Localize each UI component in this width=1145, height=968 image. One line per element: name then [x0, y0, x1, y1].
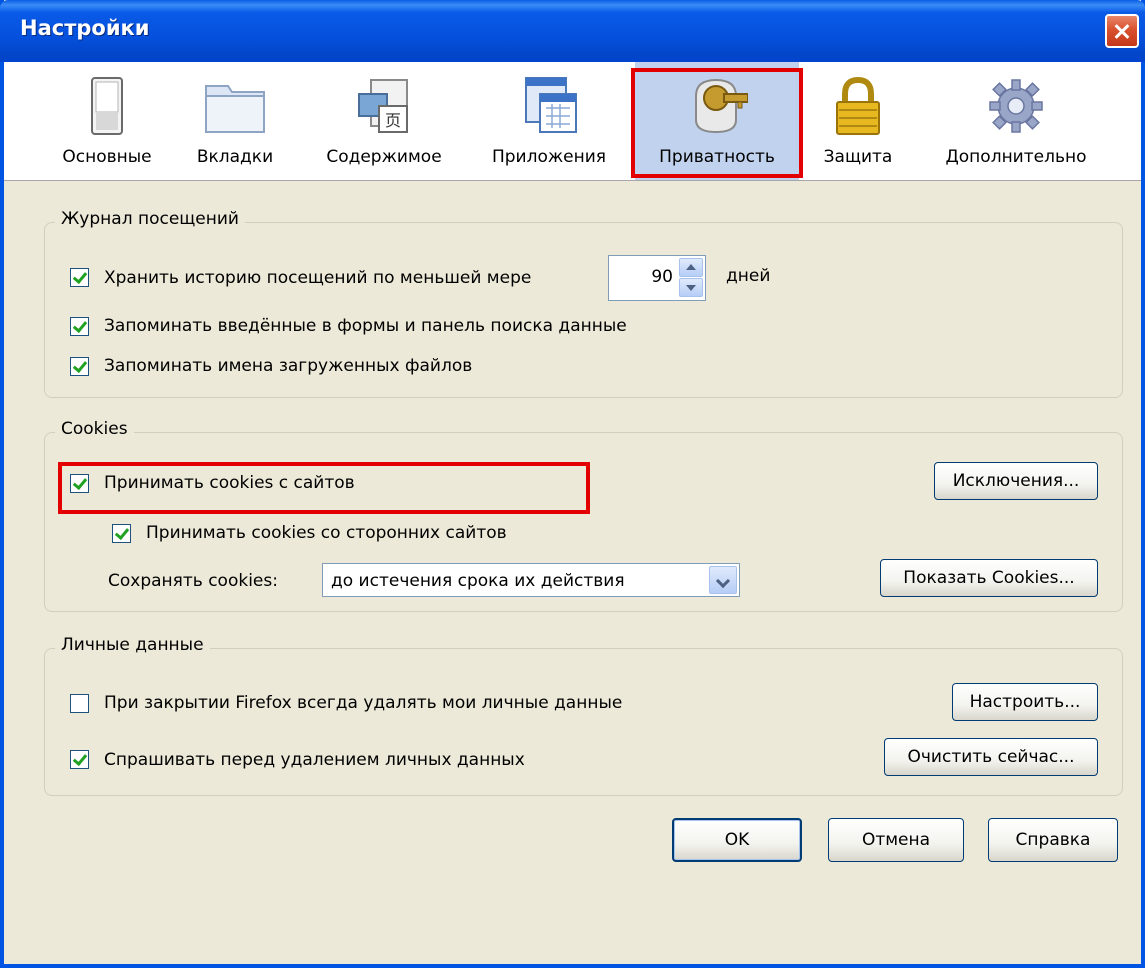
cookies-legend: Cookies [55, 419, 134, 439]
close-icon[interactable] [1105, 14, 1139, 48]
clear-on-close-label: При закрытии Firefox всегда удалять мои … [104, 693, 623, 713]
remember-forms-checkbox[interactable] [70, 317, 89, 336]
remember-downloads-label: Запоминать имена загруженных файлов [104, 356, 473, 376]
keep-cookies-label: Сохранять cookies: [108, 571, 278, 591]
tab-general-label: Основные [62, 147, 152, 167]
applications-icon [525, 77, 577, 133]
spin-up-icon[interactable] [679, 258, 703, 277]
tab-content[interactable]: 页 Содержимое [304, 62, 464, 180]
clear-now-button[interactable]: Очистить сейчас... [884, 738, 1098, 776]
chevron-down-icon[interactable] [709, 566, 737, 594]
tab-security[interactable]: Защита [808, 62, 908, 180]
ask-before-clear-label: Спрашивать перед удалением личных данных [104, 750, 525, 770]
history-days-value: 90 [651, 267, 673, 287]
tab-advanced[interactable]: Дополнительно [928, 62, 1104, 180]
show-cookies-button[interactable]: Показать Cookies... [880, 559, 1098, 597]
tab-tabs-label: Вкладки [196, 147, 274, 167]
history-days-spinner[interactable]: 90 [608, 255, 706, 301]
keep-history-checkbox[interactable] [70, 268, 89, 287]
private-data-legend: Личные данные [55, 635, 210, 655]
accept-cookies-highlight [58, 462, 590, 514]
clear-on-close-checkbox[interactable] [70, 694, 89, 713]
spin-down-icon[interactable] [679, 278, 703, 297]
ok-button[interactable]: OK [672, 818, 802, 862]
window-title: Настройки [20, 16, 150, 40]
keep-cookies-select[interactable]: до истечения срока их действия [322, 563, 740, 597]
tab-applications-label: Приложения [491, 147, 607, 167]
gear-icon [989, 79, 1043, 133]
preferences-window: Настройки Основные Вкладки 页 Содержимое … [0, 0, 1145, 968]
settings-button[interactable]: Настроить... [952, 683, 1098, 721]
tab-advanced-label: Дополнительно [945, 147, 1087, 167]
preferences-toolbar: Основные Вкладки 页 Содержимое Приложения… [4, 62, 1141, 181]
remember-downloads-checkbox[interactable] [70, 357, 89, 376]
history-legend: Журнал посещений [55, 209, 245, 229]
keep-history-label: Хранить историю посещений по меньшей мер… [104, 268, 532, 288]
tab-security-label: Защита [823, 147, 893, 167]
days-label: дней [726, 266, 771, 286]
tab-applications[interactable]: Приложения [474, 62, 624, 180]
content-icon: 页 [358, 79, 408, 133]
switch-icon [91, 77, 123, 135]
tab-content-label: Содержимое [326, 147, 442, 167]
ask-before-clear-checkbox[interactable] [70, 750, 89, 769]
tab-tabs[interactable]: Вкладки [180, 62, 290, 180]
exceptions-button[interactable]: Исключения... [934, 462, 1098, 500]
third-party-cookies-checkbox[interactable] [112, 524, 131, 543]
padlock-icon [836, 76, 880, 135]
folder-tabs-icon [205, 85, 265, 133]
privacy-tab-highlight [631, 68, 803, 178]
title-bar[interactable]: Настройки [0, 0, 1145, 62]
keep-cookies-value: до истечения срока их действия [331, 571, 625, 591]
remember-forms-label: Запоминать введённые в формы и панель по… [104, 316, 627, 336]
tab-general[interactable]: Основные [42, 62, 172, 180]
help-button[interactable]: Справка [988, 818, 1118, 862]
cancel-button[interactable]: Отмена [828, 818, 964, 862]
svg-text:页: 页 [385, 111, 401, 130]
third-party-cookies-label: Принимать cookies со сторонних сайтов [146, 523, 507, 543]
